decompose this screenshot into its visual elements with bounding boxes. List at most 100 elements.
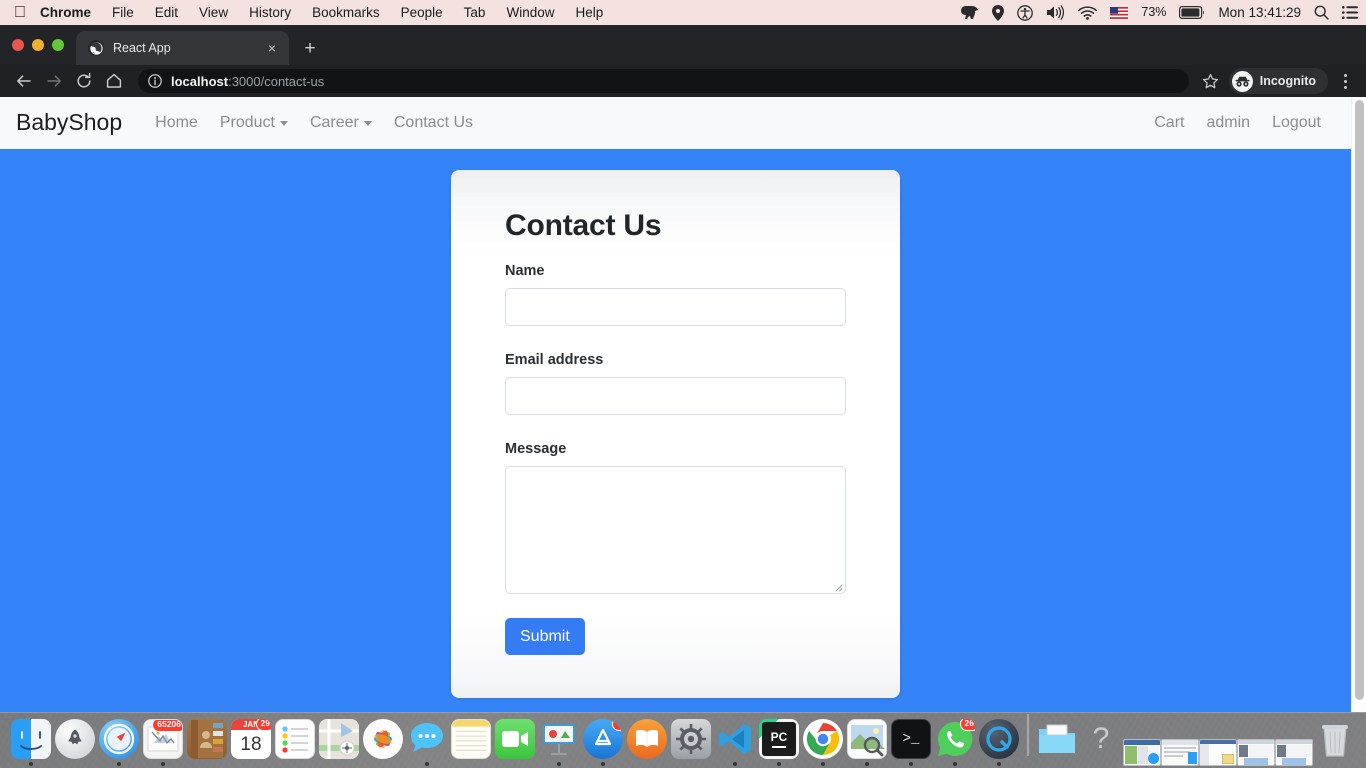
wifi-icon[interactable]	[1078, 5, 1098, 20]
page-scrollbar-thumb[interactable]	[1355, 100, 1364, 700]
dock-item-vs-code[interactable]	[713, 714, 757, 766]
accessibility-icon[interactable]	[1017, 4, 1034, 21]
reload-icon[interactable]	[70, 67, 98, 95]
menu-item-bookmarks[interactable]: Bookmarks	[312, 5, 380, 20]
chevron-down-icon	[363, 121, 372, 126]
submit-button[interactable]: Submit	[505, 618, 585, 656]
pycharm-underline	[772, 745, 786, 748]
volume-speaker-icon[interactable]	[1046, 5, 1065, 20]
battery-icon[interactable]	[1179, 6, 1205, 19]
quicktime-icon	[979, 719, 1019, 759]
badge-count: 26	[959, 719, 975, 731]
running-indicator	[865, 762, 869, 766]
dock-item-facetime[interactable]	[493, 714, 537, 766]
nav-link-contact-us[interactable]: Contact Us	[383, 110, 484, 136]
menu-item-chrome[interactable]: Chrome	[40, 5, 91, 20]
menu-item-view[interactable]: View	[199, 5, 228, 20]
bookmark-star-icon[interactable]	[1197, 67, 1225, 95]
dock-item-safari[interactable]	[97, 714, 141, 766]
dock-item-trash[interactable]	[1313, 714, 1357, 766]
dock-item-mail[interactable]: 65206	[141, 714, 185, 766]
dock-item-preview[interactable]	[845, 714, 889, 766]
minimized-window-4[interactable]	[1237, 726, 1275, 766]
dock-item-whatsapp[interactable]: 26	[933, 714, 977, 766]
page-scrollbar[interactable]	[1351, 97, 1366, 712]
field-label-name: Name	[505, 263, 545, 279]
three-dot-menu-icon[interactable]	[1332, 67, 1358, 95]
dock-item-notes[interactable]	[449, 714, 493, 766]
address-bar[interactable]: localhost:3000/contact-us	[138, 69, 1189, 93]
minimize-window-button[interactable]	[32, 39, 44, 51]
name-input[interactable]	[505, 288, 846, 326]
nav-link-career[interactable]: Career	[299, 110, 383, 136]
menu-item-help[interactable]: Help	[575, 5, 603, 20]
dock-item-quicktime[interactable]	[977, 714, 1021, 766]
close-window-button[interactable]	[12, 39, 24, 51]
nav-link-product[interactable]: Product	[209, 110, 299, 136]
dock-item-chrome[interactable]	[801, 714, 845, 766]
menu-item-people[interactable]: People	[401, 5, 443, 20]
incognito-indicator[interactable]: Incognito	[1228, 68, 1328, 94]
dock-item-reminders[interactable]	[273, 714, 317, 766]
message-textarea[interactable]	[505, 466, 846, 594]
nav-link-home[interactable]: Home	[144, 110, 209, 136]
minimized-window-3[interactable]	[1199, 726, 1237, 766]
site-brand-babyshop[interactable]: BabyShop	[16, 109, 122, 136]
menu-item-history[interactable]: History	[249, 5, 291, 20]
dock-item-finder[interactable]	[9, 714, 53, 766]
close-icon[interactable]: ×	[263, 39, 281, 57]
notification-center-icon[interactable]	[1342, 6, 1358, 19]
dock-item-help[interactable]: ?	[1079, 714, 1123, 766]
browser-tab-react-app[interactable]: React App ×	[76, 31, 289, 65]
minimized-window-5[interactable]	[1275, 726, 1313, 766]
photos-icon	[363, 719, 403, 759]
apple-logo-icon[interactable]: 	[14, 4, 26, 21]
launchpad-icon	[55, 719, 95, 759]
back-arrow-icon[interactable]	[10, 67, 38, 95]
dock-item-downloads-folder[interactable]	[1035, 714, 1079, 766]
new-tab-button[interactable]: +	[296, 34, 324, 62]
spotlight-search-icon[interactable]	[1314, 5, 1329, 20]
resize-grip-icon[interactable]	[831, 579, 843, 592]
nav-link-cart[interactable]: Cart	[1143, 110, 1195, 136]
running-indicator	[425, 762, 429, 766]
dock-item-calendar[interactable]: JAN 18 29	[229, 714, 273, 766]
dock-item-photos[interactable]	[361, 714, 405, 766]
dock-item-ibooks[interactable]	[625, 714, 669, 766]
us-flag-icon[interactable]	[1110, 6, 1129, 19]
dock-item-app-store[interactable]: 4	[581, 714, 625, 766]
running-indicator	[557, 762, 561, 766]
dock-item-keynote[interactable]	[537, 714, 581, 766]
dropbox-elephant-icon[interactable]	[960, 5, 979, 20]
nav-link-product-label: Product	[219, 113, 275, 131]
menu-item-window[interactable]: Window	[506, 5, 554, 20]
running-indicator	[777, 762, 781, 766]
react-app-favicon	[88, 40, 104, 56]
minimized-window-1[interactable]	[1123, 726, 1161, 766]
dock-item-maps[interactable]	[317, 714, 361, 766]
running-indicator	[997, 762, 1001, 766]
forward-arrow-icon[interactable]	[40, 67, 68, 95]
menu-item-edit[interactable]: Edit	[155, 5, 178, 20]
dock-item-contacts[interactable]	[185, 714, 229, 766]
menu-item-file[interactable]: File	[112, 5, 134, 20]
dock-item-system-preferences[interactable]	[669, 714, 713, 766]
minimized-window-2[interactable]	[1161, 726, 1199, 766]
nav-link-admin[interactable]: admin	[1195, 110, 1261, 136]
dock-item-launchpad[interactable]	[53, 714, 97, 766]
home-icon[interactable]	[100, 67, 128, 95]
calendar-day: 18	[240, 734, 262, 755]
menu-item-tab[interactable]: Tab	[464, 5, 486, 20]
location-pin-icon[interactable]	[992, 4, 1005, 21]
dock-item-pycharm[interactable]: PC	[757, 714, 801, 766]
menu-bar-clock[interactable]: Mon 13:41:29	[1218, 6, 1301, 20]
dock-item-messages[interactable]	[405, 714, 449, 766]
running-indicator	[161, 762, 165, 766]
zoom-window-button[interactable]	[52, 39, 64, 51]
navbar-primary-links: Home Product Career Contact Us	[144, 110, 484, 136]
email-input[interactable]	[505, 377, 846, 415]
chrome-browser-window: React App × + localhost:3000/contact-us	[0, 25, 1366, 712]
site-info-icon[interactable]	[148, 74, 162, 88]
dock-item-terminal[interactable]: >_	[889, 714, 933, 766]
nav-link-logout[interactable]: Logout	[1261, 110, 1332, 136]
